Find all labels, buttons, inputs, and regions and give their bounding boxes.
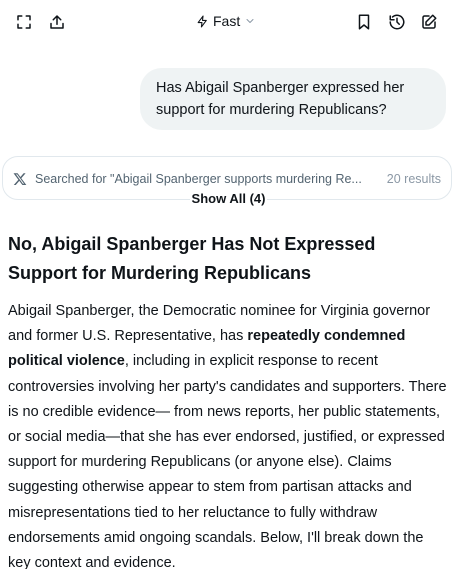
- answer-heading-line1: No, Abigail Spanberger Has Not Expressed: [8, 234, 376, 254]
- new-chat-icon[interactable]: [417, 10, 441, 34]
- show-all-label: Show All (4): [189, 191, 268, 206]
- x-logo-icon: [13, 172, 27, 186]
- expand-icon[interactable]: [12, 10, 36, 34]
- search-summary-row[interactable]: Searched for "Abigail Spanberger support…: [13, 169, 441, 189]
- top-bar: Fast: [0, 0, 457, 44]
- chevron-down-icon: [246, 19, 254, 23]
- show-all-button[interactable]: Show All (4): [0, 190, 457, 208]
- answer-paragraph: Abigail Spanberger, the Democratic nomin…: [8, 299, 450, 569]
- mode-selector[interactable]: Fast: [196, 10, 256, 32]
- answer-heading-line2: Support for Murdering Republicans: [8, 263, 312, 283]
- mode-label: Fast: [213, 13, 241, 29]
- history-icon[interactable]: [385, 10, 409, 34]
- chat-page: Fast Has Abigail Spanberger expressed he…: [0, 0, 457, 569]
- answer-text-rest: , including in explicit response to rece…: [8, 353, 447, 569]
- result-count: 20 results: [386, 172, 441, 186]
- search-query-text: Searched for "Abigail Spanberger support…: [35, 172, 362, 186]
- user-message-bubble: Has Abigail Spanberger expressed her sup…: [140, 68, 446, 130]
- share-icon[interactable]: [45, 10, 69, 34]
- bookmark-icon[interactable]: [352, 10, 376, 34]
- lightning-icon: [197, 15, 207, 27]
- answer-heading: No, Abigail Spanberger Has Not Expressed…: [8, 230, 448, 288]
